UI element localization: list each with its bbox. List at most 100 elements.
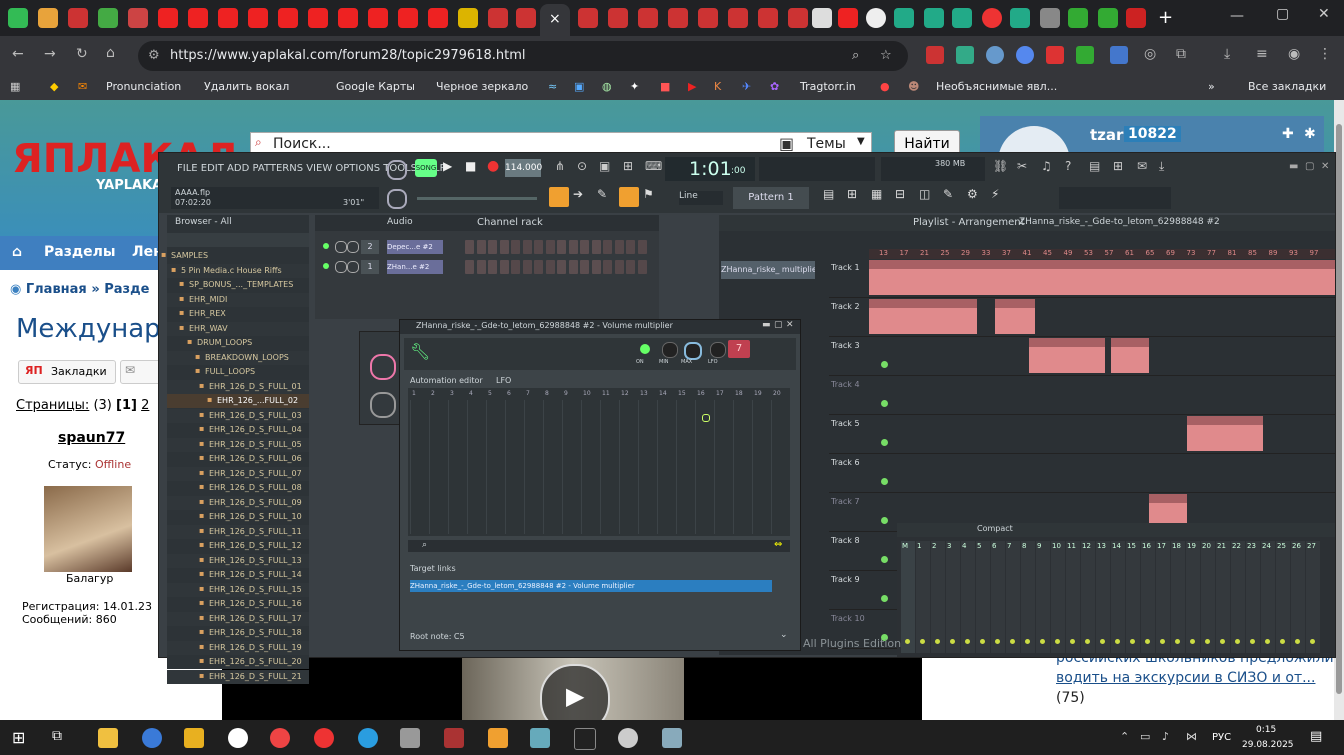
tab-favicon[interactable] <box>1040 8 1060 28</box>
browser-item[interactable]: ▪ 5 Pin Media.c House Riffs <box>167 263 309 278</box>
pencil-icon[interactable]: ✎ <box>597 187 607 201</box>
ruler-tick[interactable]: 25 <box>941 249 950 257</box>
ruler-tick[interactable]: 13 <box>879 249 888 257</box>
mail-icon[interactable]: ✉ <box>78 80 87 93</box>
plugin-knob[interactable] <box>370 392 396 418</box>
step-button[interactable] <box>637 260 647 274</box>
bookmark-unexplained[interactable]: Необъяснимые явл... <box>936 80 1057 93</box>
close-window-icon[interactable]: ✕ <box>1318 6 1330 22</box>
mixer-icon[interactable]: ⊞ <box>847 187 857 201</box>
tab-favicon[interactable] <box>668 8 688 28</box>
wait-icon[interactable]: ⊙ <box>577 159 587 173</box>
step-button[interactable] <box>557 260 566 274</box>
browser-item[interactable]: ▪ EHR_REX <box>167 307 309 321</box>
start-icon[interactable]: ⊞ <box>12 728 25 747</box>
search-input[interactable]: Поиск... <box>273 136 331 152</box>
mixer-strip[interactable]: 16 <box>1141 541 1155 653</box>
mixer-led[interactable] <box>920 639 925 644</box>
channel-rack-icon[interactable]: ▦ <box>871 187 882 201</box>
browser-item[interactable]: ▪ EHR_126_D_S_FULL_17 <box>167 611 309 626</box>
step-button[interactable] <box>626 260 635 274</box>
terminal-icon[interactable] <box>574 728 596 750</box>
extension-icon[interactable] <box>1110 46 1128 64</box>
mixer-strip[interactable]: 15 <box>1126 541 1140 653</box>
step-button[interactable] <box>637 240 647 254</box>
step-button[interactable] <box>465 240 474 254</box>
step-button[interactable] <box>522 240 532 254</box>
ruler-tick[interactable]: 65 <box>1146 249 1155 257</box>
bookmark-pronunciation[interactable]: Pronunciation <box>106 80 181 93</box>
more-icon[interactable]: ⋮ <box>1318 46 1332 62</box>
channel-pan-knob[interactable] <box>335 241 347 253</box>
app-icon[interactable] <box>8 8 28 28</box>
steps-display[interactable]: 7 <box>728 340 750 358</box>
step-button[interactable] <box>511 240 520 254</box>
step-button[interactable] <box>511 260 520 274</box>
ruler-tick[interactable]: 97 <box>1310 249 1319 257</box>
app-icon[interactable] <box>444 728 464 748</box>
channel-name-button[interactable]: ZHan...e #2 <box>387 260 443 274</box>
countdown-icon[interactable]: ▣ <box>599 159 610 173</box>
on-led[interactable] <box>640 344 650 354</box>
youtube-tab-icon[interactable] <box>368 8 388 28</box>
mixer-strip[interactable]: 26 <box>1291 541 1305 653</box>
channel-pan-knob[interactable] <box>335 261 347 273</box>
ruler-tick[interactable]: 49 <box>1064 249 1073 257</box>
master-volume-knob[interactable] <box>387 160 407 180</box>
automation-point[interactable] <box>702 414 710 422</box>
track-name[interactable]: Track 4 <box>831 380 860 389</box>
mixer-led[interactable] <box>1220 639 1225 644</box>
step-button[interactable] <box>534 240 543 254</box>
channel-mixer-track[interactable]: 2 <box>361 240 379 254</box>
help-icon[interactable]: ? <box>1065 159 1071 173</box>
browser-item[interactable]: ▪ EHR_WAV <box>167 321 309 336</box>
mixer-led[interactable] <box>1250 639 1255 644</box>
bookmark-google-maps[interactable]: Google Карты <box>336 80 415 93</box>
mixer-strip[interactable]: 19 <box>1186 541 1200 653</box>
ruler-tick[interactable]: 93 <box>1289 249 1298 257</box>
clock-time[interactable]: 0:15 <box>1256 725 1276 735</box>
mixer-strip[interactable]: 20 <box>1201 541 1215 653</box>
save-icon[interactable]: ▤ <box>1089 159 1100 173</box>
metronome-icon[interactable]: ⋔ <box>555 159 565 173</box>
step-button[interactable] <box>603 240 612 254</box>
bookmark-icon[interactable]: ✈ <box>742 80 751 93</box>
fl-close-icon[interactable]: ✕ <box>1321 161 1329 172</box>
channel-led[interactable] <box>323 243 329 249</box>
mixer-strip[interactable]: 8 <box>1021 541 1035 653</box>
page-link[interactable]: 2 <box>141 398 149 413</box>
mixer-led[interactable] <box>1265 639 1270 644</box>
all-bookmarks[interactable]: Все закладки <box>1248 80 1326 93</box>
tab-favicon[interactable] <box>38 8 58 28</box>
app-icon[interactable] <box>142 728 162 748</box>
user-name[interactable]: tzar <box>1090 126 1123 144</box>
close-icon[interactable]: ✕ <box>786 320 794 330</box>
snap-select[interactable]: Line <box>679 191 723 205</box>
app-icon[interactable] <box>530 728 550 748</box>
app-icon[interactable] <box>228 728 248 748</box>
browser-item[interactable]: ▪ EHR_126_D_S_FULL_21 <box>167 669 309 684</box>
bookmark-icon[interactable]: ≈ <box>548 80 557 93</box>
playlist-view-icon[interactable] <box>549 187 569 207</box>
ruler-tick[interactable]: 61 <box>1125 249 1134 257</box>
browser-item[interactable]: ▪ EHR_126_D_S_FULL_06 <box>167 452 309 466</box>
channel-group[interactable]: Audio <box>387 217 413 227</box>
ruler-tick[interactable]: 29 <box>961 249 970 257</box>
ruler-tick[interactable]: 73 <box>1187 249 1196 257</box>
home-icon[interactable]: ⌂ <box>12 244 22 260</box>
app-icon[interactable] <box>400 728 420 748</box>
step-button[interactable] <box>568 240 578 254</box>
bookmark-icon[interactable]: ■ <box>660 80 670 93</box>
track-mute-led[interactable] <box>881 400 888 407</box>
mixer-led[interactable] <box>965 639 970 644</box>
mixer-led[interactable] <box>1295 639 1300 644</box>
ruler-tick[interactable]: 57 <box>1105 249 1114 257</box>
play-icon[interactable]: ▶ <box>443 159 452 173</box>
mixer-led[interactable] <box>1280 639 1285 644</box>
step-button[interactable] <box>557 240 566 254</box>
bookmark-icon[interactable]: ✦ <box>630 80 639 93</box>
playlist-clip[interactable]: ZHanna_riske...m_62988848 #2 <box>869 299 977 334</box>
back-icon[interactable]: ← <box>12 46 24 62</box>
bookmark-icon[interactable]: ● <box>880 80 890 93</box>
song-mode-toggle[interactable]: SONG <box>415 159 437 177</box>
